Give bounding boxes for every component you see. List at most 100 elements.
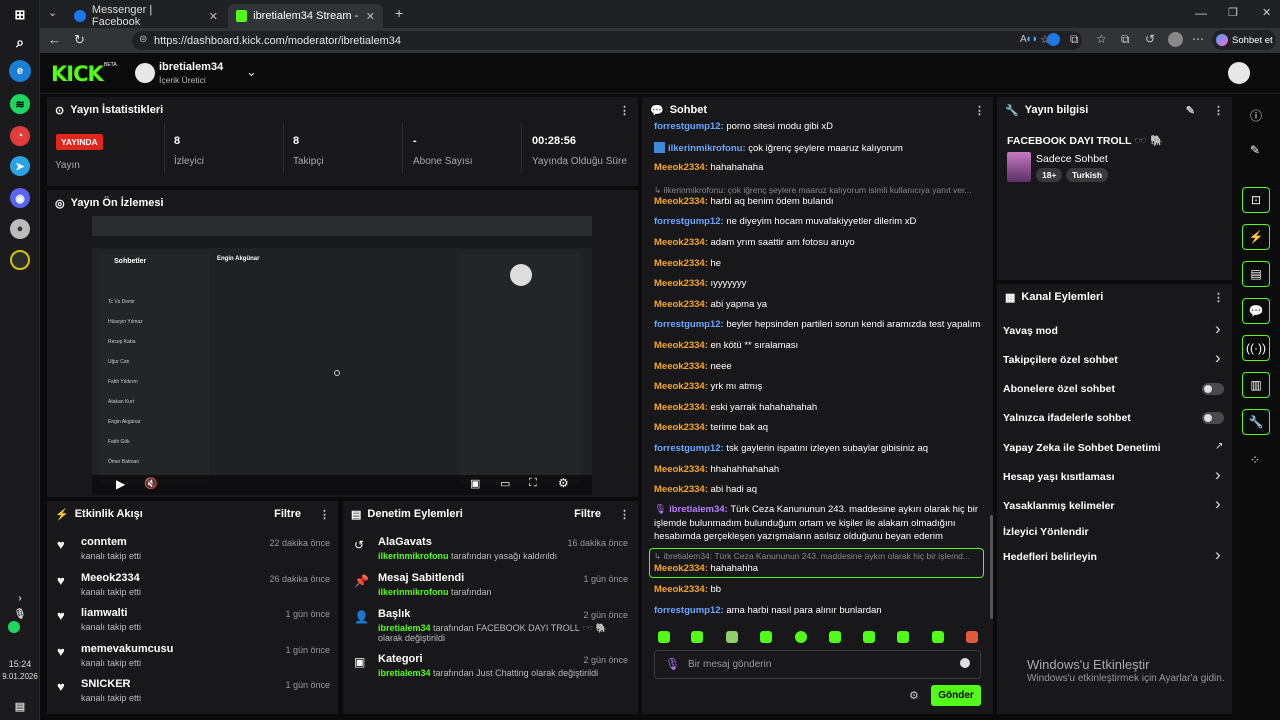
emote-icon[interactable] (863, 631, 875, 643)
chat-username[interactable]: Meeok2334 (654, 237, 705, 248)
settings-gear-icon[interactable]: ⚙ (558, 476, 569, 490)
document-icon[interactable]: ▤ (1242, 261, 1270, 287)
wrench-icon[interactable]: 🔧 (1242, 409, 1270, 435)
chat-username[interactable]: forrestgump12 (654, 319, 721, 330)
mute-icon[interactable]: 🔇 (144, 477, 158, 490)
filter-button[interactable]: Filtre (274, 508, 301, 520)
chat-username[interactable]: Meeok2334 (654, 563, 705, 574)
more-options-icon[interactable]: ⋮ (619, 508, 630, 521)
more-options-icon[interactable]: ⋮ (619, 104, 630, 117)
chevron-right-icon[interactable]: › (1215, 319, 1221, 339)
tab-list-icon[interactable]: ⌄ (48, 6, 57, 19)
chat-username[interactable]: Meeok2334 (654, 361, 705, 372)
send-button[interactable]: Gönder (931, 685, 981, 706)
spotify-app-icon[interactable]: ≋ (10, 94, 30, 114)
channel-action-label[interactable]: Takipçilere özel sohbet (1003, 354, 1118, 366)
chevron-right-icon[interactable]: › (1215, 465, 1221, 485)
activity-username[interactable]: conntem (81, 536, 141, 548)
notification-icon[interactable]: ▤ (10, 696, 30, 716)
chat-username[interactable]: Meeok2334 (654, 299, 705, 310)
clip-icon[interactable]: ⊡ (1242, 187, 1270, 213)
chat-username[interactable]: Meeok2334 (654, 402, 705, 413)
toggle-switch[interactable] (1202, 383, 1224, 395)
user-avatar[interactable] (1228, 62, 1250, 84)
channel-action-label[interactable]: Hedefleri belirleyin (1003, 551, 1097, 563)
spotify-tray-icon[interactable] (8, 621, 20, 633)
channel-action-label[interactable]: Yalnızca ifadelerle sohbet (1003, 412, 1131, 424)
external-link-icon[interactable]: ↗ (1215, 441, 1223, 452)
info-icon[interactable]: ⓘ (1250, 107, 1262, 124)
collections-icon[interactable]: ⧉ (1121, 32, 1130, 47)
apps-icon[interactable]: ⁘ (1250, 453, 1260, 467)
moderation-actor[interactable]: ilkerinmikrofonu (378, 551, 449, 561)
layout-icon[interactable]: ▥ (1242, 372, 1270, 398)
chevron-right-icon[interactable]: › (1215, 545, 1221, 565)
egg-app-icon[interactable]: ● (10, 219, 30, 239)
xbox-app-icon[interactable] (10, 250, 30, 270)
chat-username[interactable]: ilkerinmikrofonu (668, 143, 742, 154)
windows-start-icon[interactable]: ⊞ (10, 5, 30, 25)
channel-action-label[interactable]: Yasaklanmış kelimeler (1003, 500, 1115, 512)
chat-username[interactable]: Meeok2334 (654, 584, 705, 595)
emoji-icon[interactable] (960, 658, 970, 668)
chat-username[interactable]: Meeok2334 (654, 162, 705, 173)
audio-icon[interactable]: ◖◗ (1025, 33, 1038, 45)
telegram-app-icon[interactable]: ➤ (10, 156, 30, 176)
filter-button[interactable]: Filtre (574, 508, 601, 520)
channel-action-label[interactable]: İzleyici Yönlendir (1003, 526, 1089, 538)
emote-icon[interactable] (658, 631, 670, 643)
chat-username[interactable]: Meeok2334 (654, 340, 705, 351)
kick-logo[interactable]: KICK (51, 62, 104, 86)
activity-username[interactable]: liamwalti (81, 607, 141, 619)
extension-icon[interactable] (1047, 33, 1060, 46)
emote-icon[interactable] (966, 631, 978, 643)
stream-category[interactable]: Sadece Sohbet (1036, 153, 1108, 165)
chat-username[interactable]: Meeok2334 (654, 258, 705, 269)
channel-action-label[interactable]: Yapay Zeka ile Sohbet Denetimi (1003, 442, 1161, 454)
tab-messenger[interactable]: Messenger | Facebook ✕ (66, 4, 226, 28)
emote-icon[interactable] (691, 631, 703, 643)
copilot-button[interactable]: Sohbet et (1212, 30, 1276, 50)
chat-username[interactable]: Meeok2334 (654, 278, 705, 289)
profile-avatar[interactable] (1168, 32, 1183, 47)
chat-username[interactable]: Meeok2334 (654, 196, 705, 207)
chat-username[interactable]: Meeok2334 (654, 381, 705, 392)
activity-username[interactable]: SNICKER (81, 678, 141, 690)
more-options-icon[interactable]: ⋮ (1213, 104, 1224, 117)
moderation-actor[interactable]: ibretialem34 (378, 668, 431, 678)
emote-icon[interactable] (897, 631, 909, 643)
search-icon[interactable]: ⌕ (10, 32, 30, 52)
chat-username[interactable]: Meeok2334 (654, 422, 705, 433)
restore-icon[interactable]: ❐ (1228, 6, 1238, 19)
channel-action-label[interactable]: Abonelere özel sohbet (1003, 383, 1115, 395)
broadcast-icon[interactable]: ((·)) (1242, 335, 1270, 361)
activity-username[interactable]: Meeok2334 (81, 572, 141, 584)
channel-action-label[interactable]: Hesap yaşı kısıtlaması (1003, 471, 1115, 483)
refresh-icon[interactable]: ↻ (74, 32, 85, 48)
edit-pencil-icon[interactable]: ✎ (1186, 104, 1195, 117)
channel-switcher-chevron-down-icon[interactable]: ⌄ (246, 64, 257, 80)
activity-username[interactable]: memevakumcusu (81, 643, 173, 655)
close-window-icon[interactable]: ✕ (1262, 6, 1271, 19)
minimize-icon[interactable]: — (1195, 6, 1207, 20)
emote-icon[interactable] (726, 631, 738, 643)
chat-username[interactable]: ibretialem34 (669, 504, 724, 515)
picture-in-picture-icon[interactable]: ▣ (470, 477, 480, 490)
chat-username[interactable]: Meeok2334 (654, 484, 705, 495)
fullscreen-icon[interactable]: ⛶ (529, 477, 537, 490)
chat-username[interactable]: forrestgump12 (654, 216, 721, 227)
opera-app-icon[interactable]: ◔ (10, 126, 30, 146)
chat-username[interactable]: forrestgump12 (654, 121, 721, 132)
close-tab-icon[interactable]: ✕ (209, 10, 218, 23)
stream-preview-video[interactable]: Sohbetler Tc Vs Demir Hüseyin Yılmaz Rec… (92, 216, 592, 495)
lightning-icon[interactable]: ⚡ (1242, 224, 1270, 250)
theater-mode-icon[interactable]: ▭ (500, 477, 510, 490)
discord-app-icon[interactable]: ◉ (10, 188, 30, 208)
toggle-switch[interactable] (1202, 412, 1224, 424)
microphone-icon[interactable]: 🎙 (665, 657, 680, 671)
chevron-right-icon[interactable]: › (1215, 494, 1221, 514)
back-icon[interactable]: ← (48, 32, 61, 47)
emote-icon[interactable] (932, 631, 944, 643)
edit-pencil-icon[interactable]: ✎ (1250, 143, 1260, 157)
chat-input[interactable]: 🎙 Bir mesaj gönderin (654, 650, 981, 679)
